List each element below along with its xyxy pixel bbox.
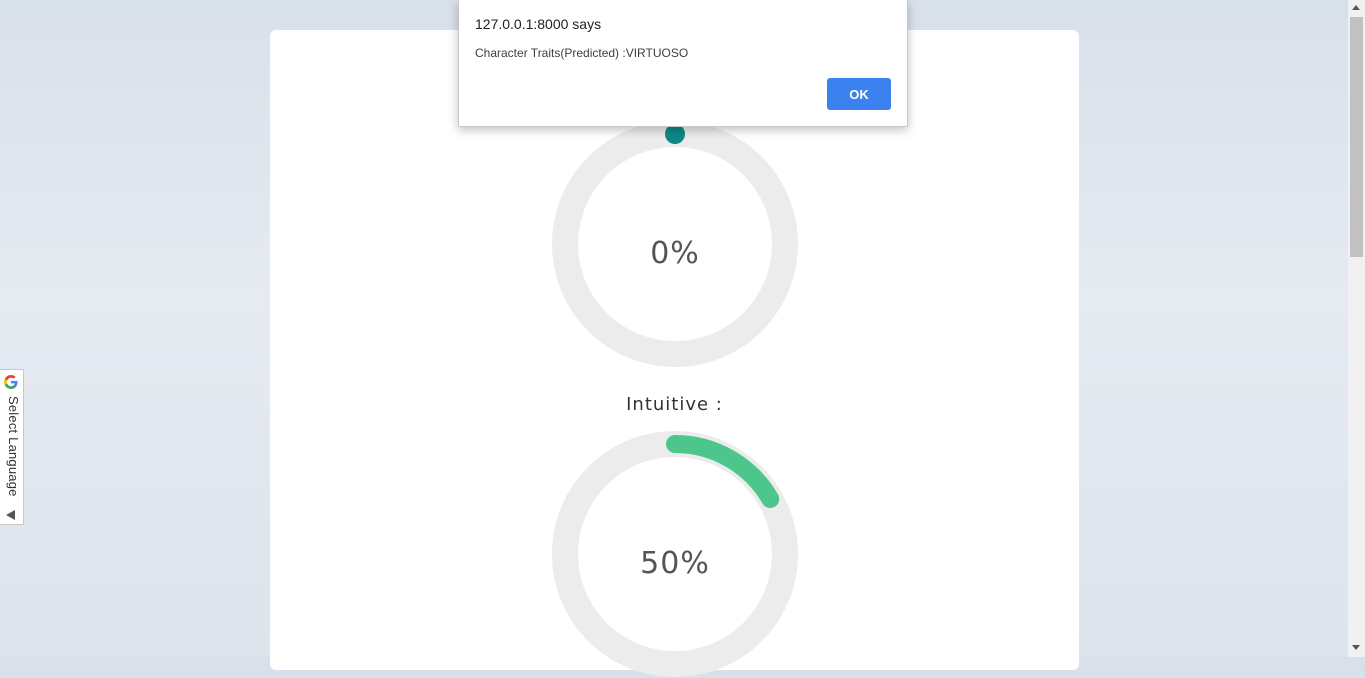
page-scrollbar[interactable]	[1348, 0, 1365, 657]
dialog-title: 127.0.0.1:8000 says	[475, 16, 602, 32]
gauge-label-intuitive: Intuitive :	[626, 394, 723, 415]
translate-label: Select Language	[6, 396, 21, 497]
gauge-intuitive: 50%	[551, 430, 799, 678]
scroll-down-arrow-icon[interactable]	[1352, 645, 1360, 650]
gauge-arc	[666, 435, 780, 508]
alert-dialog: 127.0.0.1:8000 says Character Traits(Pre…	[458, 0, 908, 127]
gauge-value: 0%	[650, 236, 700, 271]
ok-button[interactable]: OK	[827, 78, 891, 110]
scroll-thumb[interactable]	[1350, 17, 1363, 257]
gauge-start-dot	[665, 124, 685, 144]
scroll-up-arrow-icon[interactable]	[1352, 5, 1360, 10]
dialog-message: Character Traits(Predicted) :VIRTUOSO	[475, 46, 689, 60]
gauge-value: 50%	[640, 546, 710, 581]
google-g-icon	[4, 375, 18, 389]
gauge-predicted-0: 0%	[551, 120, 799, 368]
translate-arrow-icon[interactable]	[6, 510, 15, 520]
translate-widget[interactable]: Select Language	[0, 369, 24, 525]
